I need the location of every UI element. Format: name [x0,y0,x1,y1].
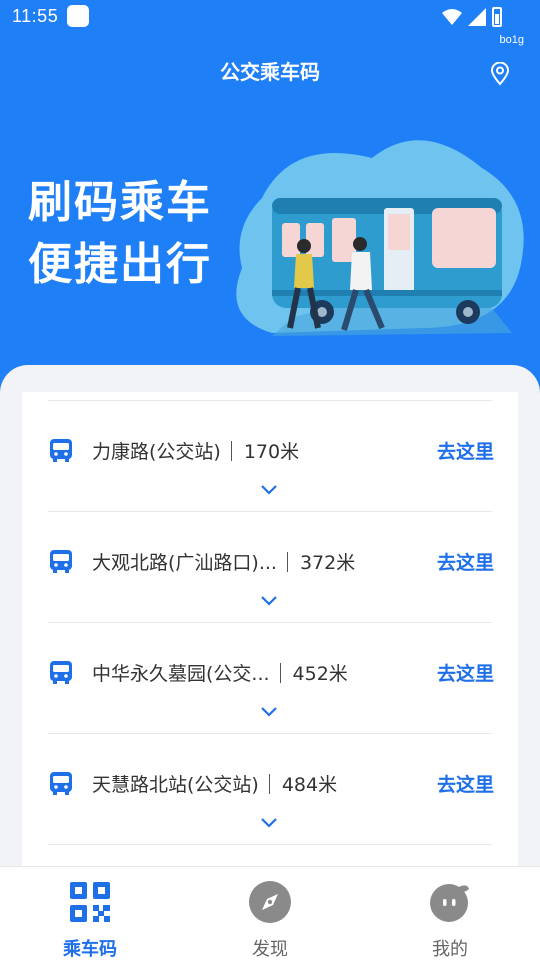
station-distance: 372米 [299,552,356,574]
battery-icon [492,7,502,27]
station-distance: 170米 [243,441,300,463]
list-item[interactable]: 力康路(公交站) 170米 去这里 [48,401,494,512]
chevron-down-icon[interactable] [260,594,278,606]
qr-code-icon [70,882,110,922]
nav-label: 发现 [252,939,288,960]
wifi-icon [442,9,462,25]
chevron-down-icon[interactable] [260,483,278,495]
station-name: 力康路(公交站) [92,441,221,463]
go-here-button[interactable]: 去这里 [437,770,494,797]
list-item[interactable]: 大观北路(广汕路口)... 372米 去这里 [48,512,494,623]
nav-item-ride-code[interactable]: 乘车码 [0,867,180,960]
chevron-down-icon[interactable] [260,816,278,828]
bus-icon [50,661,72,684]
station-distance: 484米 [281,774,338,796]
location-pin-icon[interactable] [490,62,510,86]
station-name: 大观北路(广汕路口)... [92,552,277,574]
page-title: 公交乘车码 [220,60,320,84]
nav-label: 我的 [432,939,468,960]
chevron-down-icon[interactable] [260,705,278,717]
list-item[interactable]: 天慧路北站(公交站) 484米 去这里 [48,734,494,845]
compass-icon [249,881,291,923]
station-info: 力康路(公交站) 170米 [92,437,299,464]
nav-item-discover[interactable]: 发现 [180,867,360,960]
profile-icon [430,884,469,922]
slogan-line-2: 便捷出行 [28,239,212,290]
list-item[interactable]: 中华永久墓园(公交... 452米 去这里 [48,623,494,734]
go-here-button[interactable]: 去这里 [437,659,494,686]
station-info: 中华永久墓园(公交... 452米 [92,659,348,686]
station-info: 天慧路北站(公交站) 484米 [92,770,337,797]
bus-icon [50,550,72,573]
go-here-button[interactable]: 去这里 [437,437,494,464]
station-name: 中华永久墓园(公交... [92,663,270,685]
go-here-button[interactable]: 去这里 [437,548,494,575]
separator [268,774,270,794]
signal-icon [468,8,486,26]
status-tag: bo1g [499,34,524,46]
separator [286,552,288,572]
separator [230,441,232,461]
bus-boarding-illustration [236,140,524,336]
separator [279,663,281,683]
banner-slogan: 刷码乘车 便捷出行 [28,172,212,296]
status-bar: 11:55 bo1g [0,0,540,46]
app-notification-icon [67,5,89,27]
bus-icon [50,772,72,795]
station-distance: 452米 [292,663,348,685]
nav-item-mine[interactable]: 我的 [360,867,540,960]
station-info: 大观北路(广汕路口)... 372米 [92,548,355,575]
nav-label: 乘车码 [63,939,117,960]
bottom-nav: 乘车码 发现 我的 [0,866,540,960]
bus-icon [50,439,72,462]
status-time: 11:55 [12,6,59,26]
station-name: 天慧路北站(公交站) [92,774,259,796]
status-indicators [442,7,502,27]
station-list: 力康路(公交站) 170米 去这里 大观北路(广汕路口)... 372米 去这里 中… [22,392,518,866]
slogan-line-1: 刷码乘车 [28,177,212,228]
